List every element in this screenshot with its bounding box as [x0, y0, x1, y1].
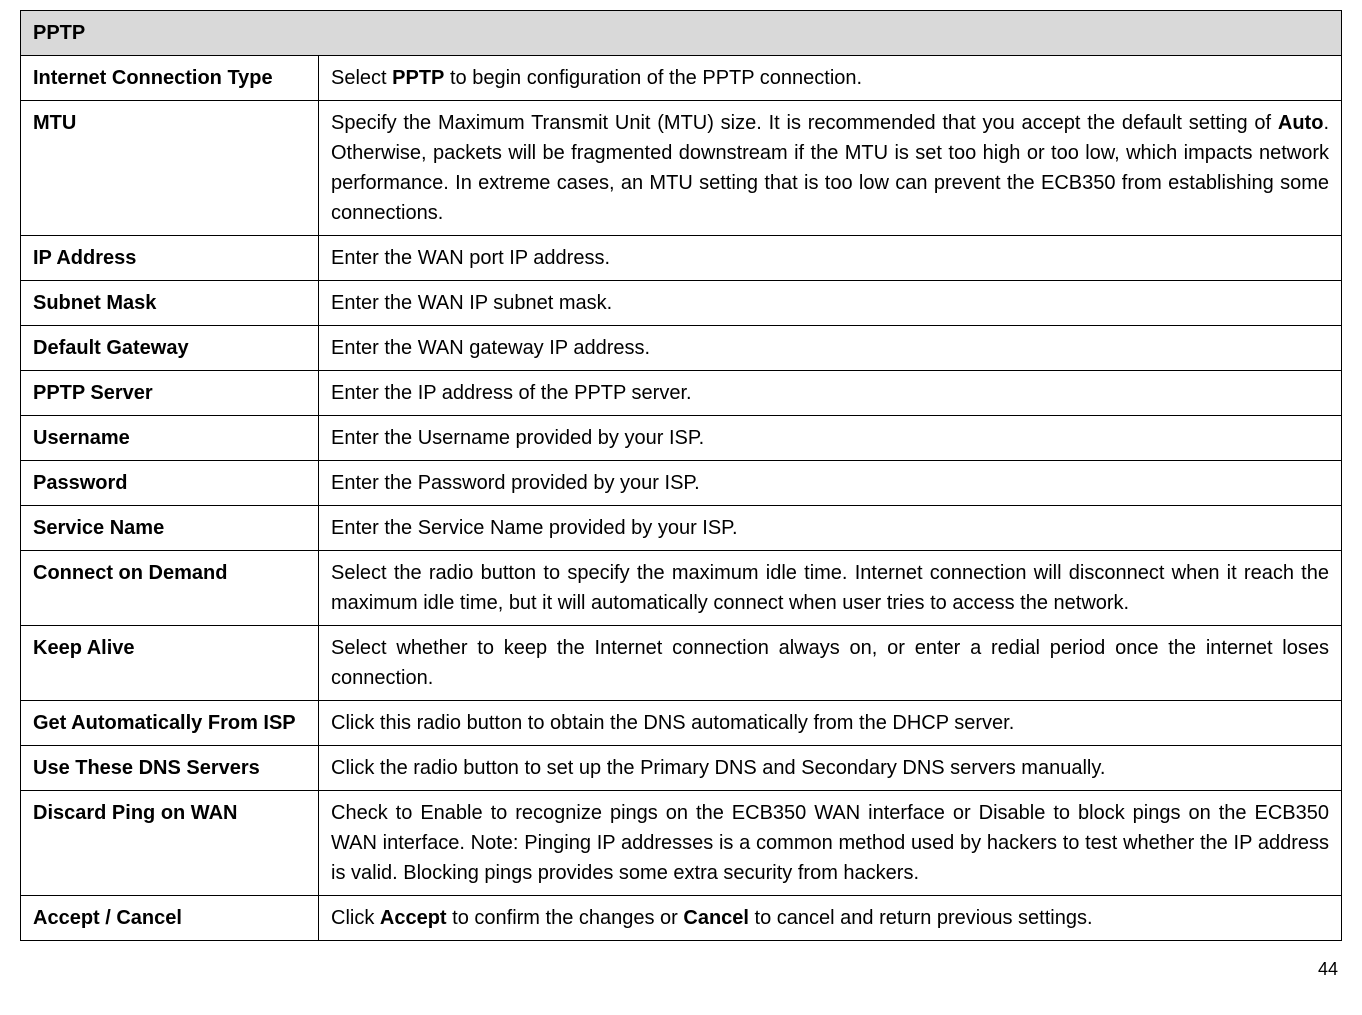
- table-row: Use These DNS Servers Click the radio bu…: [21, 746, 1342, 791]
- table-row: Get Automatically From ISP Click this ra…: [21, 701, 1342, 746]
- table-header-title: PPTP: [21, 11, 1342, 56]
- table-row: Username Enter the Username provided by …: [21, 416, 1342, 461]
- row-description: Enter the IP address of the PPTP server.: [319, 371, 1342, 416]
- row-description: Select the radio button to specify the m…: [319, 551, 1342, 626]
- row-description: Enter the Username provided by your ISP.: [319, 416, 1342, 461]
- row-description: Click the radio button to set up the Pri…: [319, 746, 1342, 791]
- row-description: Select whether to keep the Internet conn…: [319, 626, 1342, 701]
- pptp-settings-table: PPTP Internet Connection Type Select PPT…: [20, 10, 1342, 941]
- table-row: Subnet Mask Enter the WAN IP subnet mask…: [21, 281, 1342, 326]
- row-label: Service Name: [21, 506, 319, 551]
- row-label: Default Gateway: [21, 326, 319, 371]
- table-row: Service Name Enter the Service Name prov…: [21, 506, 1342, 551]
- table-row: Password Enter the Password provided by …: [21, 461, 1342, 506]
- table-row: Connect on Demand Select the radio butto…: [21, 551, 1342, 626]
- table-row: MTU Specify the Maximum Transmit Unit (M…: [21, 101, 1342, 236]
- table-row: IP Address Enter the WAN port IP address…: [21, 236, 1342, 281]
- table-header-row: PPTP: [21, 11, 1342, 56]
- table-row: Internet Connection Type Select PPTP to …: [21, 56, 1342, 101]
- row-label: PPTP Server: [21, 371, 319, 416]
- row-description: Enter the Service Name provided by your …: [319, 506, 1342, 551]
- table-row: PPTP Server Enter the IP address of the …: [21, 371, 1342, 416]
- table-row: Discard Ping on WAN Check to Enable to r…: [21, 791, 1342, 896]
- row-label: Connect on Demand: [21, 551, 319, 626]
- row-description: Select PPTP to begin configuration of th…: [319, 56, 1342, 101]
- row-description: Enter the Password provided by your ISP.: [319, 461, 1342, 506]
- row-description: Click Accept to confirm the changes or C…: [319, 896, 1342, 941]
- row-description: Enter the WAN port IP address.: [319, 236, 1342, 281]
- row-label: Use These DNS Servers: [21, 746, 319, 791]
- row-label: Username: [21, 416, 319, 461]
- row-description: Enter the WAN gateway IP address.: [319, 326, 1342, 371]
- row-label: IP Address: [21, 236, 319, 281]
- row-label: Internet Connection Type: [21, 56, 319, 101]
- page-number: 44: [20, 959, 1342, 980]
- row-description: Specify the Maximum Transmit Unit (MTU) …: [319, 101, 1342, 236]
- row-label: Accept / Cancel: [21, 896, 319, 941]
- table-row: Default Gateway Enter the WAN gateway IP…: [21, 326, 1342, 371]
- row-label: Subnet Mask: [21, 281, 319, 326]
- row-description: Check to Enable to recognize pings on th…: [319, 791, 1342, 896]
- row-label: Password: [21, 461, 319, 506]
- table-row: Keep Alive Select whether to keep the In…: [21, 626, 1342, 701]
- row-label: MTU: [21, 101, 319, 236]
- row-label: Get Automatically From ISP: [21, 701, 319, 746]
- row-label: Discard Ping on WAN: [21, 791, 319, 896]
- row-description: Click this radio button to obtain the DN…: [319, 701, 1342, 746]
- row-description: Enter the WAN IP subnet mask.: [319, 281, 1342, 326]
- row-label: Keep Alive: [21, 626, 319, 701]
- table-row: Accept / Cancel Click Accept to confirm …: [21, 896, 1342, 941]
